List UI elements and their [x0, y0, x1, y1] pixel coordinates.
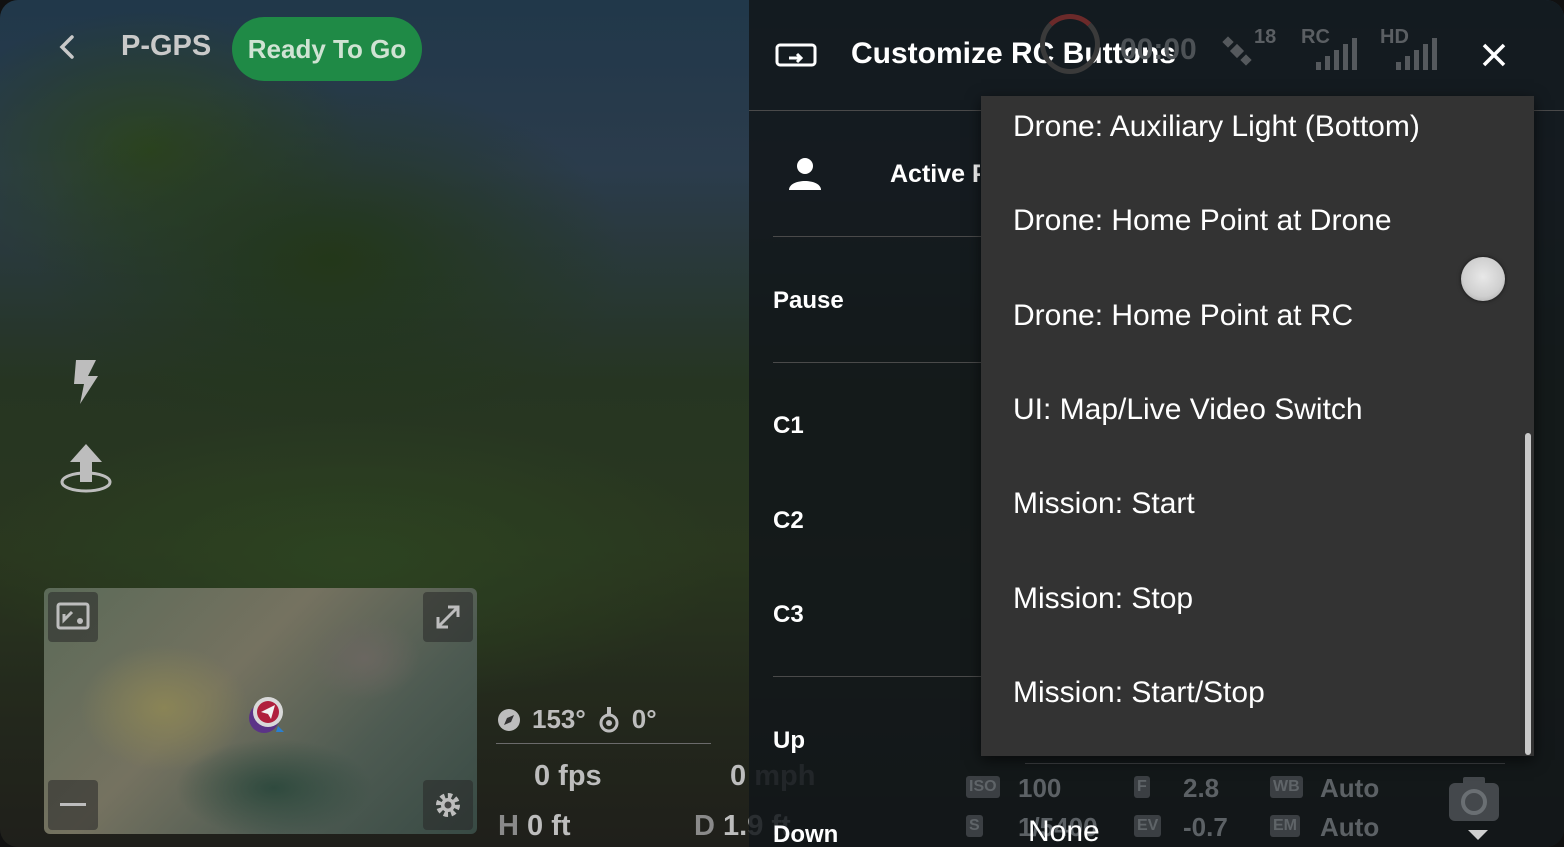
selected-function-value[interactable]: None [1028, 815, 1100, 847]
satellite-count: 18 [1254, 26, 1277, 48]
em-badge: EM [1270, 815, 1300, 837]
button-row-pause[interactable]: Pause [773, 287, 844, 315]
touch-indicator [1461, 257, 1505, 301]
row-divider [773, 236, 1004, 237]
heading-value: 153° [532, 704, 586, 734]
compass-icon [498, 708, 520, 731]
dropdown-item[interactable]: Mission: Start/Stop [1013, 676, 1265, 710]
person-icon [789, 158, 821, 190]
chevron-down-icon[interactable] [1466, 828, 1490, 842]
close-icon[interactable] [1480, 41, 1508, 69]
dropdown-scrollbar[interactable] [1525, 433, 1531, 755]
map-pip-button[interactable] [48, 592, 98, 642]
fps-readout: 0 fps [534, 760, 602, 792]
aircraft-location-icon [249, 697, 284, 733]
minimap[interactable] [44, 588, 477, 834]
ev-value: -0.7 [1183, 812, 1228, 842]
hd-signal-bars-icon [1396, 38, 1437, 70]
gimbal-icon [599, 706, 619, 732]
gear-icon [436, 793, 460, 817]
map-expand-button[interactable] [423, 592, 473, 642]
map-zoom-out-button[interactable] [48, 780, 98, 830]
wb-value: Auto [1320, 773, 1380, 803]
height-readout: H 0 ft [498, 810, 571, 843]
aperture-value: 2.8 [1183, 773, 1220, 803]
app-screen: P-GPS Ready To Go 153° 0° 0 fps 0 H 0 ft… [0, 0, 1564, 847]
heading-readout: 153° 0° [496, 704, 657, 735]
speed-value: 0 [730, 760, 747, 792]
button-row-c1[interactable]: C1 [773, 412, 804, 440]
distance-label: D [694, 810, 715, 842]
iso-badge: ISO [966, 776, 1000, 798]
minus-icon [60, 803, 86, 806]
dropdown-item[interactable]: Drone: Auxiliary Light (Bottom) [1013, 110, 1420, 144]
shutter-badge: S [966, 815, 983, 837]
back-chevron-icon[interactable] [54, 33, 82, 61]
camera-strip-divider [1025, 763, 1505, 764]
button-row-down[interactable]: Down [773, 821, 838, 847]
active-profile-label: Active P [890, 160, 980, 188]
camera-icon[interactable] [1447, 775, 1501, 823]
button-row-c3[interactable]: C3 [773, 601, 804, 629]
height-label: H [498, 810, 519, 842]
rc-controller-icon [775, 43, 817, 67]
row-divider [773, 362, 1004, 363]
em-value: Auto [1320, 812, 1380, 842]
battery-ring-icon [1040, 14, 1100, 74]
lightning-icon[interactable] [70, 358, 102, 406]
satellite-icon [1222, 36, 1252, 66]
dropdown-item[interactable]: Mission: Start [1013, 487, 1195, 521]
dropdown-item[interactable]: UI: Map/Live Video Switch [1013, 393, 1363, 427]
iso-value: 100 [1018, 773, 1062, 803]
status-badge[interactable]: Ready To Go [232, 17, 422, 81]
button-row-up[interactable]: Up [773, 727, 805, 755]
height-value: 0 ft [527, 810, 571, 842]
picture-in-picture-icon [56, 602, 90, 630]
telemetry-divider [496, 743, 711, 744]
dropdown-item[interactable]: Drone: Home Point at RC [1013, 299, 1353, 333]
aperture-badge: F [1134, 776, 1150, 798]
flight-timer: 00:00 [1120, 33, 1197, 66]
map-settings-button[interactable] [423, 780, 473, 830]
dropdown-item[interactable]: Mission: Stop [1013, 582, 1193, 616]
row-divider [773, 676, 1004, 677]
flight-mode-label: P-GPS [121, 30, 212, 62]
rc-signal-bars-icon [1316, 38, 1357, 70]
dropdown-item[interactable]: Drone: Home Point at Drone [1013, 204, 1392, 238]
expand-arrows-icon [436, 605, 460, 629]
takeoff-icon[interactable] [58, 442, 114, 494]
function-dropdown-menu[interactable]: Drone: Auxiliary Light (Bottom) Drone: H… [981, 96, 1534, 756]
ev-badge: EV [1134, 815, 1162, 837]
wb-badge: WB [1270, 776, 1303, 798]
gimbal-angle-value: 0° [631, 704, 657, 734]
button-row-c2[interactable]: C2 [773, 507, 804, 535]
